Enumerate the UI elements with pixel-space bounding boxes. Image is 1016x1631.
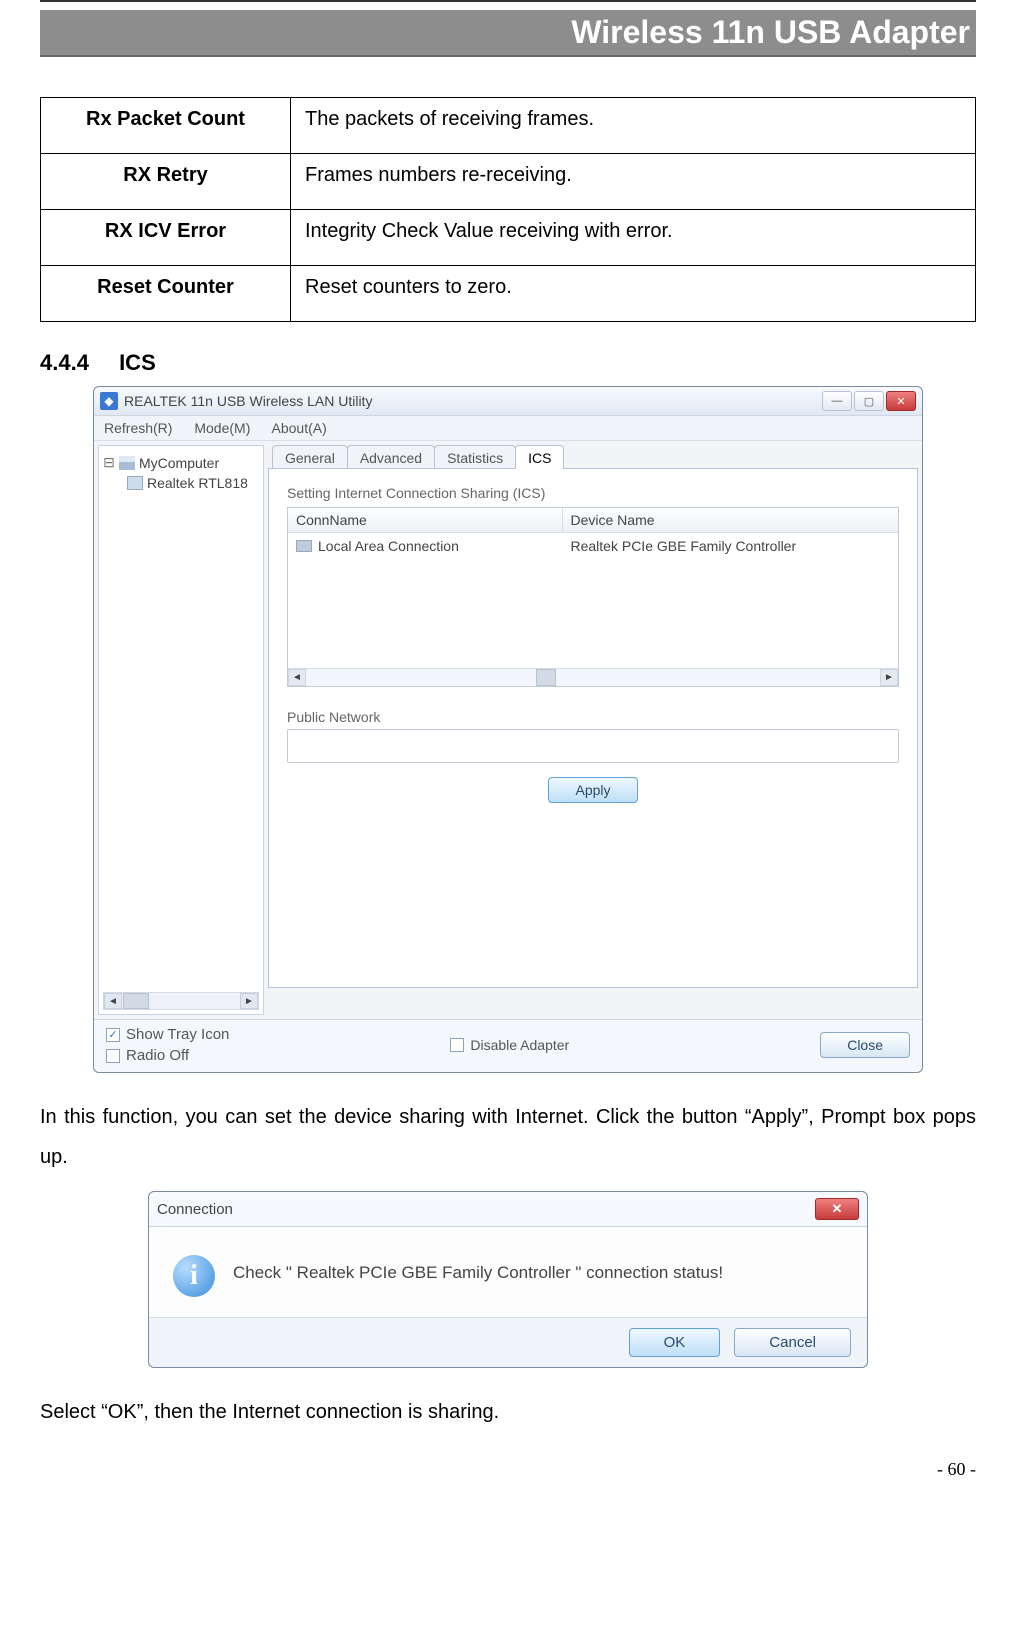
tab-advanced[interactable]: Advanced xyxy=(347,445,435,469)
list-devicename: Realtek PCIe GBE Family Controller xyxy=(563,536,899,556)
desc-reset-counter: Reset counters to zero. xyxy=(291,266,976,322)
window-close-button[interactable]: ✕ xyxy=(886,391,916,411)
device-tree-panel: ⊟ MyComputer Realtek RTL818 ◄ ► xyxy=(98,445,264,1015)
window-title: REALTEK 11n USB Wireless LAN Utility xyxy=(124,393,372,409)
app-icon: ◆ xyxy=(100,392,118,410)
header-devicename[interactable]: Device Name xyxy=(563,508,899,532)
list-scroll-thumb[interactable] xyxy=(536,669,556,686)
tab-statistics[interactable]: Statistics xyxy=(434,445,516,469)
radio-off-label: Radio Off xyxy=(126,1047,189,1064)
adapter-icon xyxy=(127,476,143,490)
list-header: ConnName Device Name xyxy=(288,508,898,533)
tabs-row: General Advanced Statistics ICS xyxy=(268,445,918,469)
tab-general[interactable]: General xyxy=(272,445,348,469)
desc-rx-icv-error: Integrity Check Value receiving with err… xyxy=(291,210,976,266)
term-rx-retry: RX Retry xyxy=(41,154,291,210)
dialog-close-button[interactable]: ✕ xyxy=(815,1198,859,1220)
paragraph-apply: In this function, you can set the device… xyxy=(40,1097,976,1177)
computer-icon xyxy=(119,456,135,470)
public-network-label: Public Network xyxy=(287,709,899,725)
menu-about[interactable]: About(A) xyxy=(272,420,327,436)
public-network-field[interactable] xyxy=(287,729,899,763)
cancel-button[interactable]: Cancel xyxy=(734,1328,851,1357)
desc-rx-packet-count: The packets of receiving frames. xyxy=(291,98,976,154)
tab-content-ics: Setting Internet Connection Sharing (ICS… xyxy=(268,468,918,988)
close-button[interactable]: Close xyxy=(820,1032,910,1058)
connection-list[interactable]: ConnName Device Name Local Area Connecti… xyxy=(287,507,899,687)
apply-button[interactable]: Apply xyxy=(548,777,637,803)
info-icon: i xyxy=(173,1255,215,1297)
section-title: ICS xyxy=(119,350,156,375)
tree-child-label[interactable]: Realtek RTL818 xyxy=(147,475,248,491)
tree-root-label[interactable]: MyComputer xyxy=(139,455,219,471)
list-scrollbar[interactable]: ◄ ► xyxy=(288,668,898,686)
section-heading: 4.4.4 ICS xyxy=(40,350,976,376)
desc-rx-retry: Frames numbers re-receiving. xyxy=(291,154,976,210)
ics-group-label: Setting Internet Connection Sharing (ICS… xyxy=(287,485,899,501)
header-connname[interactable]: ConnName xyxy=(288,508,563,532)
list-scroll-left-icon[interactable]: ◄ xyxy=(288,669,306,686)
disable-adapter-checkbox[interactable] xyxy=(450,1038,464,1052)
tree-scrollbar[interactable]: ◄ ► xyxy=(103,992,259,1010)
definition-table: Rx Packet Count The packets of receiving… xyxy=(40,97,976,322)
section-number: 4.4.4 xyxy=(40,350,89,376)
show-tray-checkbox[interactable]: ✓ xyxy=(106,1028,120,1042)
radio-off-checkbox[interactable] xyxy=(106,1049,120,1063)
dialog-titlebar[interactable]: Connection ✕ xyxy=(149,1192,867,1227)
list-scroll-right-icon[interactable]: ► xyxy=(880,669,898,686)
dialog-message: Check " Realtek PCIe GBE Family Controll… xyxy=(233,1255,723,1283)
tree-collapse-icon[interactable]: ⊟ xyxy=(103,454,115,471)
window-titlebar[interactable]: ◆ REALTEK 11n USB Wireless LAN Utility —… xyxy=(94,387,922,416)
list-item[interactable]: Local Area Connection Realtek PCIe GBE F… xyxy=(288,533,898,559)
minimize-button[interactable]: — xyxy=(822,391,852,411)
scroll-left-icon[interactable]: ◄ xyxy=(104,993,122,1009)
maximize-button[interactable]: ▢ xyxy=(854,391,884,411)
prompt-dialog: Connection ✕ i Check " Realtek PCIe GBE … xyxy=(148,1191,868,1368)
term-rx-icv-error: RX ICV Error xyxy=(41,210,291,266)
term-reset-counter: Reset Counter xyxy=(41,266,291,322)
term-rx-packet-count: Rx Packet Count xyxy=(41,98,291,154)
show-tray-label: Show Tray Icon xyxy=(126,1026,229,1043)
dialog-title: Connection xyxy=(157,1201,233,1218)
page-number: - 60 - xyxy=(937,1459,976,1480)
menu-mode[interactable]: Mode(M) xyxy=(194,420,250,436)
list-connname: Local Area Connection xyxy=(318,538,459,554)
utility-window: ◆ REALTEK 11n USB Wireless LAN Utility —… xyxy=(93,386,923,1073)
scroll-thumb[interactable] xyxy=(123,993,149,1009)
paragraph-select-ok: Select “OK”, then the Internet connectio… xyxy=(40,1392,976,1432)
network-icon xyxy=(296,540,312,552)
ok-button[interactable]: OK xyxy=(629,1328,721,1357)
menubar: Refresh(R) Mode(M) About(A) xyxy=(94,416,922,441)
disable-adapter-label: Disable Adapter xyxy=(470,1037,569,1053)
tab-ics[interactable]: ICS xyxy=(515,445,564,469)
menu-refresh[interactable]: Refresh(R) xyxy=(104,420,172,436)
scroll-right-icon[interactable]: ► xyxy=(240,993,258,1009)
document-header: Wireless 11n USB Adapter xyxy=(40,10,976,57)
